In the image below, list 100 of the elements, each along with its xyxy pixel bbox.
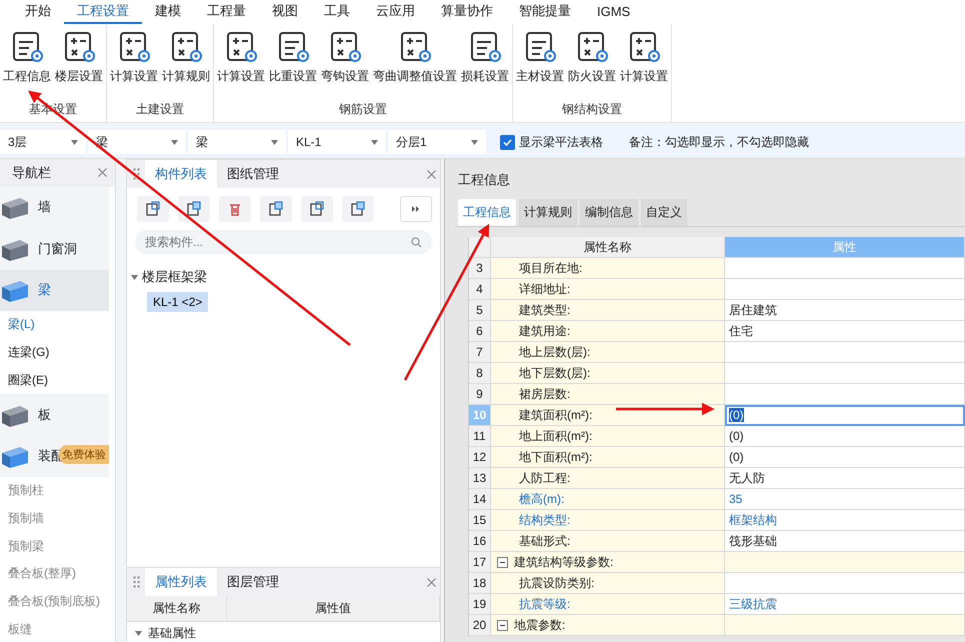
more-button[interactable] <box>400 196 432 222</box>
menu-tab[interactable]: 开始 <box>12 0 64 24</box>
collapse-icon[interactable] <box>497 556 508 568</box>
grip-icon[interactable] <box>132 168 140 180</box>
menu-tab[interactable]: 云应用 <box>363 0 428 24</box>
caret-icon[interactable] <box>71 140 78 144</box>
value-cell[interactable]: 无人防 <box>725 468 965 489</box>
panel-tab[interactable]: 图纸管理 <box>217 160 289 188</box>
document-gear-icon <box>169 30 203 64</box>
panel-tab[interactable]: 图层管理 <box>217 568 289 596</box>
tool-button[interactable] <box>342 196 374 222</box>
tree-item[interactable]: KL-1 <2> <box>147 292 208 312</box>
menu-tab[interactable]: 算量协作 <box>428 0 506 24</box>
property-name: 建筑用途: <box>519 322 570 340</box>
document-gear-icon <box>62 30 96 64</box>
menu-tab[interactable]: 智能提量 <box>506 0 584 24</box>
dialog-tab[interactable]: 工程信息 <box>458 199 516 226</box>
note-text: 备注：勾选即显示，不勾选即隐藏 <box>629 134 809 150</box>
dialog-tab[interactable]: 自定义 <box>641 199 687 226</box>
menu-tab[interactable]: IGMS <box>584 0 644 24</box>
value-cell[interactable]: 居住建筑 <box>725 300 965 321</box>
dialog-tab[interactable]: 计算规则 <box>519 199 577 226</box>
dialog-tab[interactable]: 编制信息 <box>580 199 638 226</box>
nav-category[interactable]: 墙 <box>0 186 109 228</box>
dropdown[interactable]: 3层 <box>0 130 86 154</box>
tool-button[interactable] <box>137 196 169 222</box>
ribbon-button[interactable]: 弯曲调整值设置 <box>372 28 458 101</box>
ribbon-button[interactable]: 楼层设置 <box>54 28 104 101</box>
caret-icon[interactable] <box>271 140 278 144</box>
row-number: 5 <box>469 300 491 321</box>
value-cell[interactable] <box>725 258 965 279</box>
panel-tab[interactable]: 构件列表 <box>145 160 217 188</box>
property-name: 地震参数: <box>514 616 566 634</box>
checkbox-label[interactable]: 显示梁平法表格 <box>500 134 603 150</box>
caret-icon[interactable] <box>371 140 378 144</box>
ribbon-button[interactable]: 工程信息 <box>2 28 52 101</box>
ribbon-button[interactable]: 比重设置 <box>268 28 318 101</box>
nav-item[interactable]: 圈梁(E) <box>0 366 113 394</box>
value-cell[interactable]: 35 <box>725 489 965 510</box>
ribbon-button[interactable]: 计算规则 <box>161 28 211 101</box>
nav-category[interactable]: 门窗洞 <box>0 228 109 270</box>
value-cell[interactable]: 框架结构 <box>725 510 965 531</box>
value-cell[interactable] <box>725 342 965 363</box>
row-number: 20 <box>469 615 491 636</box>
caret-icon[interactable] <box>131 274 138 280</box>
value-cell[interactable] <box>725 573 965 594</box>
ribbon-button[interactable]: 主材设置 <box>515 28 565 101</box>
tool-button[interactable] <box>301 196 333 222</box>
value-cell[interactable] <box>725 384 965 405</box>
caret-icon[interactable] <box>135 631 142 636</box>
property-name: 建筑面积(m²): <box>519 406 592 424</box>
value-cell[interactable]: (0) <box>725 405 965 426</box>
document-gear-icon <box>627 30 661 64</box>
dropdown[interactable]: 梁 <box>188 130 286 154</box>
document-gear-icon <box>276 30 310 64</box>
nav-item[interactable]: 连梁(G) <box>0 338 113 366</box>
panel-tab[interactable]: 属性列表 <box>145 568 217 596</box>
tool-button[interactable] <box>219 196 251 222</box>
tool-button[interactable] <box>260 196 292 222</box>
value-cell[interactable] <box>725 552 965 573</box>
column-header: 属性名称 <box>491 237 725 258</box>
close-icon[interactable] <box>426 578 436 586</box>
ribbon-button[interactable]: 计算设置 <box>109 28 159 101</box>
row-number: 10 <box>469 405 491 426</box>
menu-tab[interactable]: 工程量 <box>194 0 259 24</box>
row-number: 13 <box>469 468 491 489</box>
menu-tab[interactable]: 视图 <box>259 0 311 24</box>
dropdown[interactable]: 分层1 <box>388 130 486 154</box>
grip-icon[interactable] <box>132 576 140 588</box>
close-icon[interactable] <box>426 170 436 178</box>
caret-icon[interactable] <box>171 140 178 144</box>
menu-tab[interactable]: 建模 <box>142 0 194 24</box>
dropdown[interactable]: KL-1 <box>288 130 386 154</box>
ribbon-button[interactable]: 计算设置 <box>619 28 669 101</box>
row-number: 17 <box>469 552 491 573</box>
nav-category[interactable]: 梁 <box>0 270 109 312</box>
checkbox[interactable] <box>500 134 515 150</box>
ribbon-button[interactable]: 弯钩设置 <box>320 28 370 101</box>
document-gear-icon <box>575 30 609 64</box>
ribbon-button[interactable]: 计算设置 <box>216 28 266 101</box>
copy-icon <box>186 201 202 217</box>
nav-item[interactable]: 梁(L) <box>0 311 113 339</box>
document-gear-icon <box>523 30 557 64</box>
search-field[interactable]: 搜索构件... <box>135 230 432 254</box>
value-cell[interactable]: (0) <box>725 447 965 468</box>
value-cell[interactable]: 住宅 <box>725 321 965 342</box>
tree-node[interactable]: 楼层框架梁 <box>142 268 207 286</box>
ribbon-button[interactable]: 防火设置 <box>567 28 617 101</box>
close-icon[interactable] <box>98 168 107 178</box>
tool-button[interactable] <box>178 196 210 222</box>
value-cell[interactable] <box>725 279 965 300</box>
caret-icon[interactable] <box>471 140 478 144</box>
collapse-icon[interactable] <box>497 620 508 630</box>
ribbon-button[interactable]: 损耗设置 <box>460 28 510 101</box>
value-cell[interactable]: (0) <box>725 426 965 447</box>
value-cell[interactable] <box>725 363 965 384</box>
value-cell[interactable] <box>725 615 965 636</box>
menu-tab[interactable]: 工具 <box>311 0 363 24</box>
nav-category[interactable]: 板 <box>0 394 109 436</box>
row-number: 19 <box>469 594 491 615</box>
